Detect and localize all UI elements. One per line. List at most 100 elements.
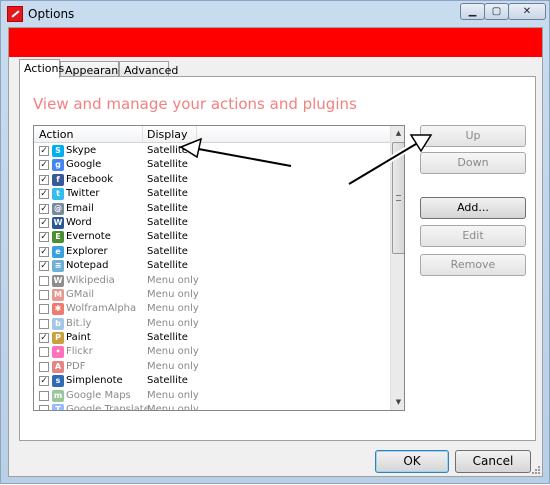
header-banner <box>9 28 542 57</box>
enable-checkbox[interactable] <box>39 261 49 272</box>
enable-checkbox[interactable] <box>39 390 49 401</box>
scroll-up-icon[interactable]: ▲ <box>392 126 404 141</box>
tab-appearance[interactable]: Appearance <box>60 61 131 77</box>
google-maps-icon: m <box>52 389 64 402</box>
enable-checkbox[interactable] <box>39 376 49 387</box>
list-item[interactable]: gGoogle Satellite <box>34 158 390 172</box>
enable-checkbox[interactable] <box>39 289 49 300</box>
minimize-button[interactable]: ▁ <box>460 3 485 20</box>
enable-checkbox[interactable] <box>39 304 49 315</box>
enable-checkbox[interactable] <box>39 146 49 156</box>
google-translate-icon: T <box>52 404 64 410</box>
wikipedia-icon: W <box>52 274 64 287</box>
scrollbar-thumb[interactable] <box>392 142 404 254</box>
list-item[interactable]: m Google Maps Menu only <box>34 389 390 403</box>
list-item[interactable]: • Flickr Menu only <box>34 345 390 359</box>
column-header-action[interactable]: Action <box>39 128 73 141</box>
enable-checkbox[interactable] <box>39 174 49 185</box>
display-mode: Menu only <box>147 303 199 315</box>
display-mode: Satellite <box>147 188 188 200</box>
list-item[interactable]: W Wikipedia Menu only <box>34 274 390 288</box>
action-name: Evernote <box>66 231 111 243</box>
action-name: Explorer <box>66 245 108 257</box>
action-name: Simplenote <box>66 375 123 387</box>
enable-checkbox[interactable] <box>39 347 49 358</box>
display-mode: Menu only <box>147 404 199 411</box>
display-mode: Satellite <box>147 145 188 156</box>
enable-checkbox[interactable] <box>39 318 49 329</box>
enable-checkbox[interactable] <box>39 405 49 410</box>
column-divider[interactable] <box>142 126 143 143</box>
scroll-down-icon[interactable]: ▼ <box>392 395 404 410</box>
action-name: Flickr <box>66 346 93 358</box>
list-item[interactable]: WWord Satellite <box>34 216 390 230</box>
action-name: Google Translate <box>66 404 150 411</box>
column-divider[interactable] <box>196 126 197 143</box>
display-mode: Satellite <box>147 375 188 387</box>
display-mode: Satellite <box>147 260 188 272</box>
title-bar[interactable]: Options ▁ ▢ ✕ <box>1 1 549 27</box>
list-item[interactable]: T Google Translate Menu only <box>34 403 390 411</box>
list-item[interactable]: eExplorer Satellite <box>34 245 390 259</box>
enable-checkbox[interactable] <box>39 333 49 344</box>
actions-panel: View and manage your actions and plugins… <box>19 76 536 441</box>
display-mode: Menu only <box>147 346 199 358</box>
list-item[interactable]: b Bit.ly Menu only <box>34 317 390 331</box>
list-item[interactable]: fFacebook Satellite <box>34 173 390 187</box>
tab-actions[interactable]: Actions <box>19 59 64 78</box>
display-mode: Satellite <box>147 216 188 228</box>
ok-button[interactable]: OK <box>375 450 449 473</box>
list-item[interactable]: sSimplenote Satellite <box>34 374 390 388</box>
display-mode: Menu only <box>147 360 199 372</box>
vertical-scrollbar[interactable]: ▲ ▼ <box>390 126 404 410</box>
list-item[interactable]: tTwitter Satellite <box>34 187 390 201</box>
twitter-icon: t <box>52 188 64 201</box>
remove-button[interactable]: Remove <box>420 254 526 276</box>
list-item[interactable]: EEvernote Satellite <box>34 230 390 244</box>
down-button[interactable]: Down <box>420 152 526 174</box>
list-item[interactable]: ✱ WolframAlpha Menu only <box>34 302 390 316</box>
display-mode: Menu only <box>147 389 199 401</box>
column-header-display[interactable]: Display <box>147 128 188 141</box>
cancel-button[interactable]: Cancel <box>455 450 531 473</box>
action-name: Twitter <box>66 188 100 200</box>
resize-grip-icon[interactable] <box>530 464 540 474</box>
paint-icon: P <box>52 332 64 345</box>
gmail-icon: M <box>52 288 64 301</box>
word-icon: W <box>52 216 64 229</box>
up-button[interactable]: Up <box>420 125 526 147</box>
grip-icon <box>396 195 401 201</box>
list-item[interactable]: SSkype Satellite <box>34 144 390 158</box>
enable-checkbox[interactable] <box>39 160 49 171</box>
options-window: Options ▁ ▢ ✕ Actions Appearance Advance… <box>0 0 550 484</box>
facebook-icon: f <box>52 173 64 186</box>
action-name: PDF <box>66 360 86 372</box>
maximize-button[interactable]: ▢ <box>484 3 509 20</box>
dialog-client: Actions Appearance Advanced View and man… <box>8 27 543 477</box>
list-item[interactable]: PPaint Satellite <box>34 331 390 345</box>
edit-button[interactable]: Edit <box>420 225 526 247</box>
enable-checkbox[interactable] <box>39 203 49 214</box>
bitly-icon: b <box>52 317 64 330</box>
enable-checkbox[interactable] <box>39 361 49 372</box>
list-item[interactable]: @Email Satellite <box>34 202 390 216</box>
enable-checkbox[interactable] <box>39 217 49 228</box>
action-name: Word <box>66 216 92 228</box>
add-button[interactable]: Add... <box>420 197 526 219</box>
enable-checkbox[interactable] <box>39 246 49 257</box>
enable-checkbox[interactable] <box>39 189 49 200</box>
close-button[interactable]: ✕ <box>508 3 546 20</box>
list-item[interactable]: A PDF Menu only <box>34 360 390 374</box>
app-icon <box>7 6 23 22</box>
list-item[interactable]: ≡Notepad Satellite <box>34 259 390 273</box>
actions-list[interactable]: Action Display SSkype Satellite gGoogle Sat… <box>33 125 405 411</box>
display-mode: Satellite <box>147 202 188 214</box>
tab-advanced[interactable]: Advanced <box>119 61 178 77</box>
pdf-icon: A <box>52 360 64 373</box>
list-item[interactable]: M GMail Menu only <box>34 288 390 302</box>
action-name: Bit.ly <box>66 317 92 329</box>
action-name: Google <box>66 159 102 171</box>
enable-checkbox[interactable] <box>39 232 49 243</box>
action-name: Google Maps <box>66 389 131 401</box>
enable-checkbox[interactable] <box>39 275 49 286</box>
